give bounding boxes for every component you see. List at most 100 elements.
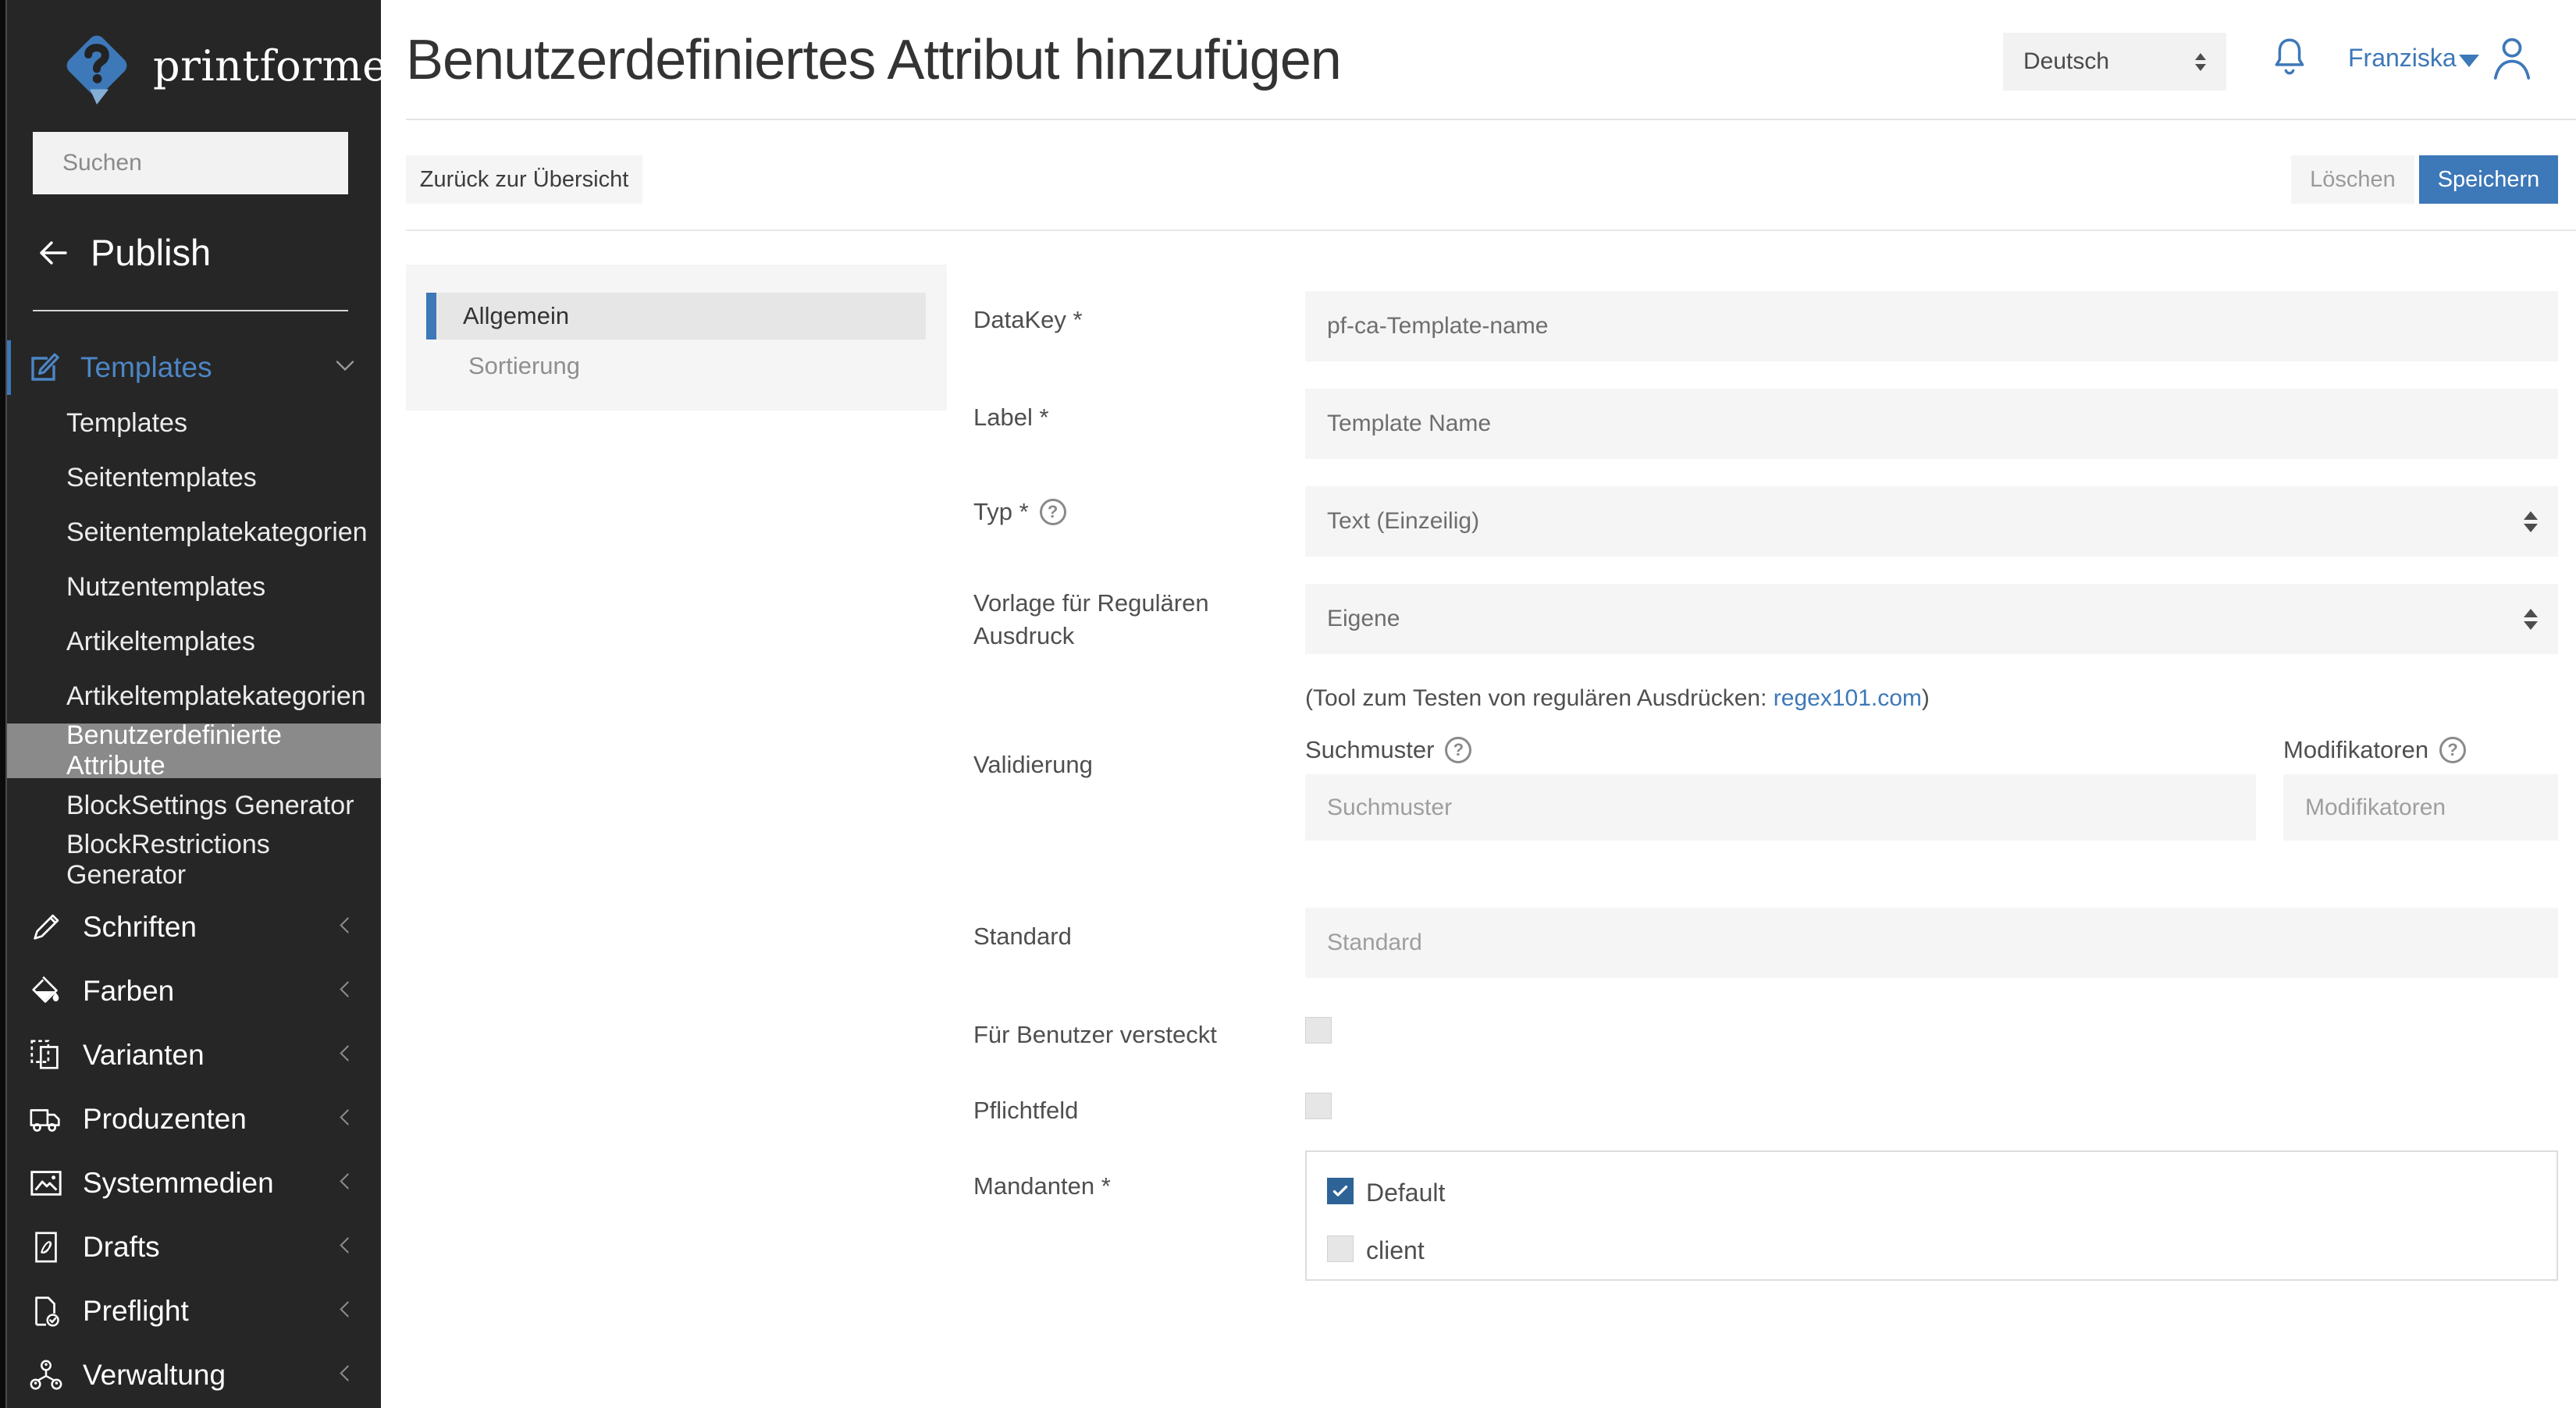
sidebar-item-benutzerdefinierte-attribute[interactable]: Benutzerdefinierte Attribute [0,724,381,778]
subnav-tab-sortierung[interactable]: Sortierung [468,352,580,380]
standard-label: Standard [973,923,1072,951]
edit-square-icon [26,349,63,386]
vorlage-select[interactable]: Eigene [1305,584,2558,654]
pen-icon [28,909,64,945]
sidebar-item-farben[interactable]: Farben [0,959,381,1023]
help-icon[interactable]: ? [2439,737,2466,763]
sidebar-item-nutzentemplates[interactable]: Nutzentemplates [0,560,381,614]
sidebar-item-drafts[interactable]: Drafts [0,1215,381,1279]
suchmuster-input[interactable] [1305,774,2256,841]
datakey-input[interactable] [1305,291,2558,361]
copies-icon [28,1037,64,1073]
sidebar-item-blocksettings-generator[interactable]: BlockSettings Generator [0,778,381,833]
suchmuster-heading: Suchmuster ? [1305,736,1471,764]
user-menu[interactable]: Franziska [2348,44,2457,73]
sidebar-item-produzenten[interactable]: Produzenten [0,1087,381,1151]
delete-button[interactable]: Löschen [2291,155,2414,204]
divider [406,119,2576,120]
divider [406,229,2576,231]
select-stepper-icon [2195,53,2206,71]
nav-group-templates[interactable]: Templates [0,340,381,396]
arrow-left-icon [34,234,72,272]
page-title: Benutzerdefiniertes Attribut hinzufügen [406,28,1341,92]
subnav-tab-allgemein[interactable]: Allgemein [426,293,926,340]
help-icon[interactable]: ? [1445,737,1471,763]
user-avatar-icon[interactable] [2489,33,2535,84]
mandanten-label: Mandanten * [973,1172,1111,1200]
sidebar: printformer Publish Templates Templates [0,0,381,1408]
chevron-left-icon [331,976,359,1008]
brand-wordmark: printformer [153,41,408,91]
notifications-bell-icon[interactable] [2268,33,2311,84]
mandant-default-label: Default [1366,1179,1445,1207]
active-tab-indicator [426,293,436,340]
mandant-client-label: client [1366,1236,1425,1265]
pdf-document-icon [28,1229,64,1265]
window-edge [0,0,5,1408]
validierung-label: Validierung [973,751,1093,779]
language-select-value: Deutsch [2023,48,2195,75]
sidebar-item-schriften[interactable]: Schriften [0,895,381,959]
vorlage-label-line2: Ausdruck [973,622,1074,650]
sidebar-item-seitentemplates[interactable]: Seitentemplates [0,450,381,505]
vorlage-label-line1: Vorlage für Regulären [973,589,1209,617]
chevron-left-icon [331,1360,359,1392]
typ-select[interactable]: Text (Einzeilig) [1305,486,2558,556]
datakey-label: DataKey * [973,306,1083,334]
chevron-left-icon [331,1168,359,1200]
form-subnav: Allgemein Sortierung [406,265,947,411]
printformer-logo-icon [56,25,137,106]
required-field-label: Pflichtfeld [973,1097,1078,1125]
sidebar-item-preflight[interactable]: Preflight [0,1279,381,1343]
modifikatoren-input[interactable] [2283,774,2558,841]
label-field-label: Label * [973,404,1049,432]
paint-bucket-icon [28,973,64,1009]
chevron-left-icon [331,1040,359,1072]
chevron-left-icon [331,1232,359,1264]
org-chart-icon [28,1357,64,1393]
sidebar-item-artikeltemplates[interactable]: Artikeltemplates [0,614,381,669]
mandant-client-checkbox[interactable] [1327,1236,1354,1262]
window-edge-line [5,0,7,1408]
truck-icon [28,1101,64,1137]
label-input[interactable] [1305,389,2558,459]
select-stepper-icon [2524,511,2538,532]
required-field-checkbox[interactable] [1305,1093,1332,1119]
typ-label: Typ * ? [973,498,1066,526]
save-button[interactable]: Speichern [2419,155,2558,204]
modifikatoren-heading: Modifikatoren ? [2283,736,2466,764]
regex101-link[interactable]: regex101.com [1774,685,1922,711]
help-icon[interactable]: ? [1040,499,1066,525]
sidebar-item-seitentemplatekategorien[interactable]: Seitentemplatekategorien [0,505,381,560]
language-select[interactable]: Deutsch [2003,33,2226,91]
sidebar-item-artikeltemplatekategorien[interactable]: Artikeltemplatekategorien [0,669,381,724]
user-menu-caret-icon[interactable] [2459,55,2479,67]
sidebar-item-verwaltung[interactable]: Verwaltung [0,1343,381,1407]
sidebar-item-blockrestrictions-generator[interactable]: BlockRestrictions Generator [0,833,381,887]
sidebar-item-templates[interactable]: Templates [0,396,381,450]
hidden-field-checkbox[interactable] [1305,1017,1332,1044]
image-icon [28,1165,64,1201]
mandant-default-checkbox[interactable] [1327,1178,1354,1204]
back-nav-publish[interactable]: Publish [34,231,211,274]
nav-group-templates-label: Templates [80,351,212,384]
sidebar-item-systemmedien[interactable]: Systemmedien [0,1151,381,1215]
sidebar-item-varianten[interactable]: Varianten [0,1023,381,1087]
chevron-left-icon [331,1104,359,1136]
publish-label: Publish [91,231,211,274]
sidebar-divider [33,310,348,311]
standard-input[interactable] [1305,908,2558,978]
search-input[interactable] [62,150,364,176]
mandanten-group: Default client [1305,1150,2558,1281]
document-check-icon [28,1293,64,1329]
sidebar-search[interactable] [33,132,348,194]
chevron-left-icon [331,1296,359,1328]
sidebar-nav: Templates Templates Seitentemplates Seit… [0,340,381,1407]
main-content: Benutzerdefiniertes Attribut hinzufügen … [381,0,2576,1408]
back-to-overview-button[interactable]: Zurück zur Übersicht [406,155,642,204]
chevron-down-icon [329,350,361,386]
chevron-left-icon [331,912,359,944]
hidden-field-label: Für Benutzer versteckt [973,1021,1217,1049]
brand-logo[interactable]: printformer [56,25,408,106]
regex-tool-note: (Tool zum Testen von regulären Ausdrücke… [1305,685,1930,712]
